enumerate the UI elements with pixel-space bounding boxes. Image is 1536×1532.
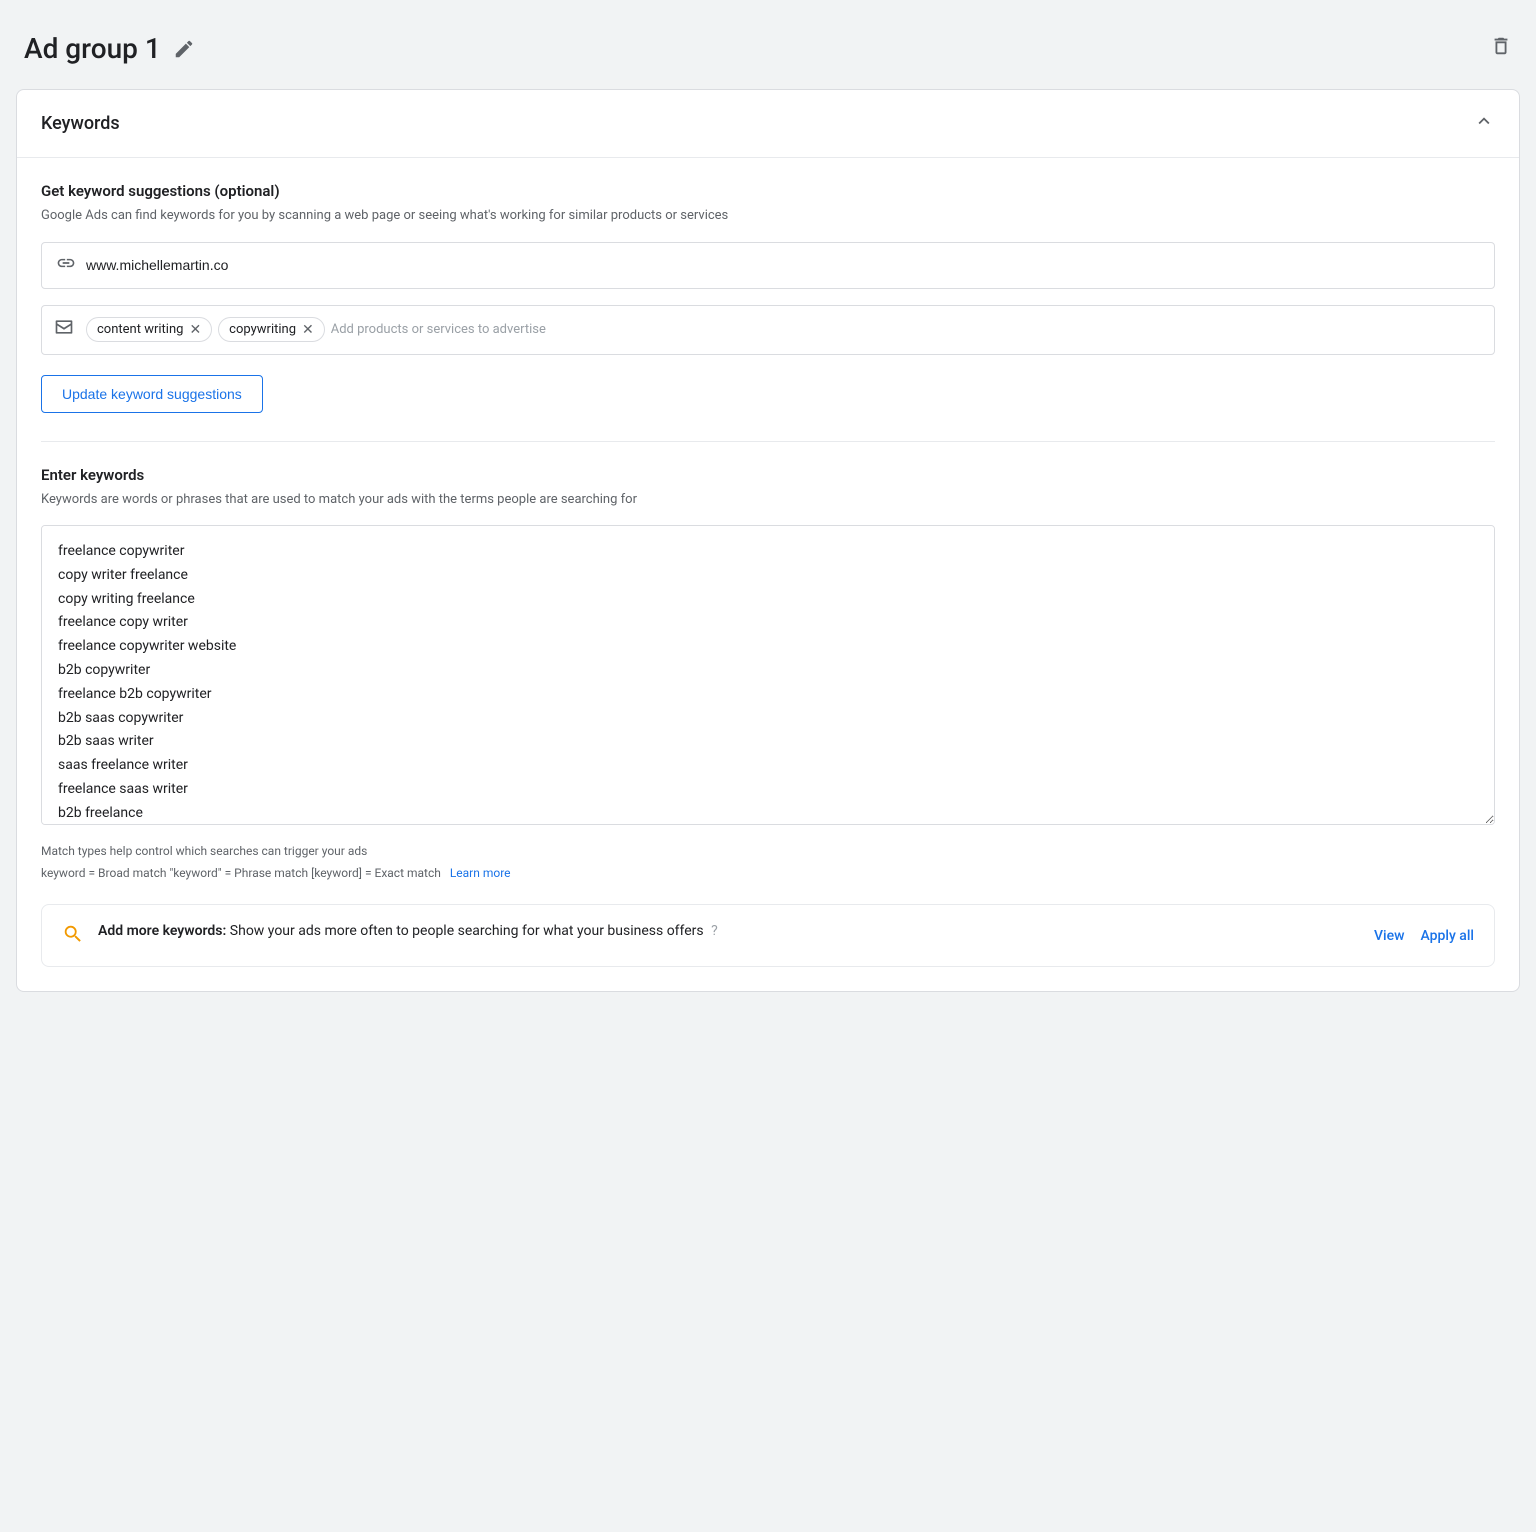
store-icon: [54, 317, 74, 342]
tag-content-writing: content writing ✕: [86, 317, 212, 342]
section-divider: [41, 441, 1495, 442]
tags-input-wrapper[interactable]: content writing ✕ copywriting ✕ Add prod…: [41, 305, 1495, 355]
card-body: Get keyword suggestions (optional) Googl…: [17, 158, 1519, 991]
title-group: Ad group 1: [24, 32, 195, 65]
page-title: Ad group 1: [24, 32, 161, 65]
tag-label: content writing: [97, 322, 183, 337]
page-header: Ad group 1: [16, 16, 1520, 89]
card-title: Keywords: [41, 113, 120, 134]
tag-label: copywriting: [229, 322, 296, 337]
banner-left: Add more keywords: Show your ads more of…: [62, 921, 718, 950]
match-types-help: Match types help control which searches …: [41, 841, 1495, 863]
suggestions-description: Google Ads can find keywords for you by …: [41, 206, 1495, 226]
help-icon[interactable]: ?: [711, 923, 718, 939]
add-keywords-banner: Add more keywords: Show your ads more of…: [41, 904, 1495, 967]
delete-button[interactable]: [1490, 35, 1512, 62]
tag-remove-copywriting[interactable]: ✕: [302, 323, 314, 337]
collapse-icon[interactable]: [1473, 110, 1495, 137]
match-types-info: keyword = Broad match "keyword" = Phrase…: [41, 863, 1495, 885]
learn-more-link[interactable]: Learn more: [450, 866, 511, 880]
tags-placeholder: Add products or services to advertise: [331, 322, 546, 337]
tag-copywriting: copywriting ✕: [218, 317, 325, 342]
view-link[interactable]: View: [1374, 928, 1405, 944]
url-input[interactable]: [86, 257, 1480, 273]
banner-text-bold: Add more keywords:: [98, 923, 226, 939]
enter-keywords-description: Keywords are words or phrases that are u…: [41, 490, 1495, 510]
enter-keywords-title: Enter keywords: [41, 466, 1495, 484]
suggestions-title: Get keyword suggestions (optional): [41, 182, 1495, 200]
card-header: Keywords: [17, 90, 1519, 158]
keywords-card: Keywords Get keyword suggestions (option…: [16, 89, 1520, 992]
banner-text-regular: Show your ads more often to people searc…: [230, 923, 704, 939]
banner-text: Add more keywords: Show your ads more of…: [98, 921, 718, 942]
tag-remove-content-writing[interactable]: ✕: [189, 323, 201, 337]
link-icon: [56, 253, 76, 278]
keyword-suggestions-section: Get keyword suggestions (optional) Googl…: [41, 182, 1495, 441]
update-keywords-button[interactable]: Update keyword suggestions: [41, 375, 263, 413]
apply-all-link[interactable]: Apply all: [1421, 928, 1475, 944]
url-input-wrapper: [41, 242, 1495, 289]
search-suggestion-icon: [62, 923, 84, 950]
banner-actions: View Apply all: [1374, 928, 1474, 944]
match-types-section: Match types help control which searches …: [41, 841, 1495, 884]
keywords-textarea[interactable]: [41, 525, 1495, 825]
enter-keywords-section: Enter keywords Keywords are words or phr…: [41, 466, 1495, 968]
edit-icon[interactable]: [173, 38, 195, 60]
